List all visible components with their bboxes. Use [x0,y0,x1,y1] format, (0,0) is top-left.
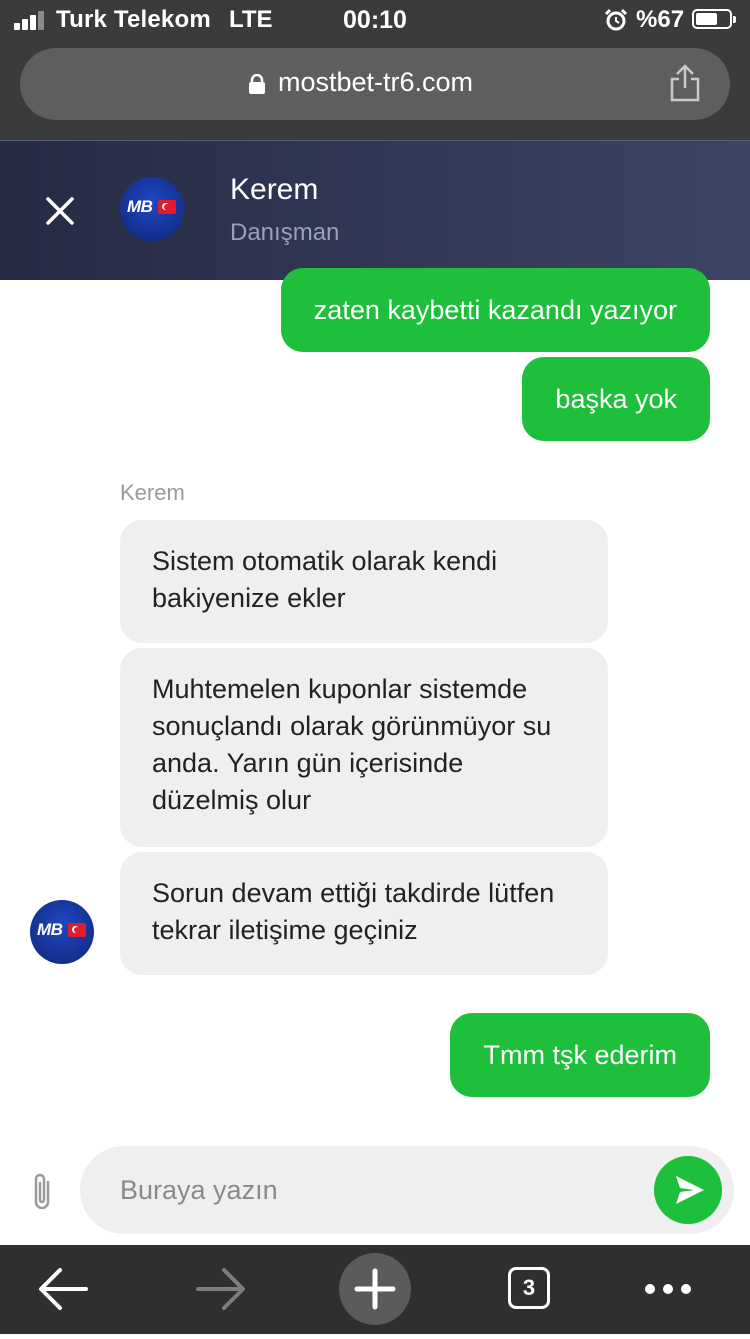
message-input[interactable] [120,1146,640,1234]
tab-count: 3 [508,1267,550,1309]
send-button[interactable] [654,1156,722,1224]
new-tab-button[interactable] [335,1245,415,1334]
arrow-left-icon [39,1268,88,1310]
more-button[interactable] [632,1245,712,1334]
incoming-message: Sistem otomatik olarak kendi bakiyenize … [120,520,608,643]
outgoing-message: başka yok [522,357,710,441]
more-dots-icon [645,1284,691,1294]
agent-name: Kerem [230,173,319,206]
status-bar: Turk Telekom LTE 00:10 %67 [0,0,750,42]
chat-header: MB Kerem Danışman [0,140,750,280]
agent-avatar: MB [30,900,94,964]
address-bar[interactable]: mostbet-tr6.com [20,48,730,120]
turkish-flag-icon [68,923,86,937]
send-icon [676,1176,704,1204]
alarm-icon [604,8,628,31]
plus-icon [339,1253,411,1325]
back-button[interactable] [24,1245,104,1334]
close-icon[interactable] [40,191,80,231]
outgoing-message: zaten kaybetti kazandı yazıyor [280,268,710,352]
share-icon[interactable] [668,64,702,102]
incoming-message: Muhtemelen kuponlar sistemde sonuçlandı … [120,648,608,847]
browser-toolbar: 3 [0,1245,750,1334]
battery-icon [692,9,736,29]
agent-avatar: MB [120,177,184,241]
battery-percent: %67 [636,6,685,33]
incoming-message: Sorun devam ettiği takdirde lütfen tekra… [120,852,608,975]
url-text[interactable]: mostbet-tr6.com [278,67,473,98]
tabs-button[interactable]: 3 [490,1245,570,1334]
paperclip-icon[interactable] [28,1170,56,1214]
agent-role: Danışman [230,219,340,246]
turkish-flag-icon [158,200,176,214]
forward-button[interactable] [180,1245,260,1334]
lock-icon [249,74,265,94]
outgoing-message: Tmm tşk ederim [450,1013,710,1097]
arrow-right-icon [196,1268,245,1310]
sender-label: Kerem [120,480,185,505]
message-composer [80,1146,734,1234]
browser-top-chrome: Turk Telekom LTE 00:10 %67 mostbet-tr6.c… [0,0,750,140]
